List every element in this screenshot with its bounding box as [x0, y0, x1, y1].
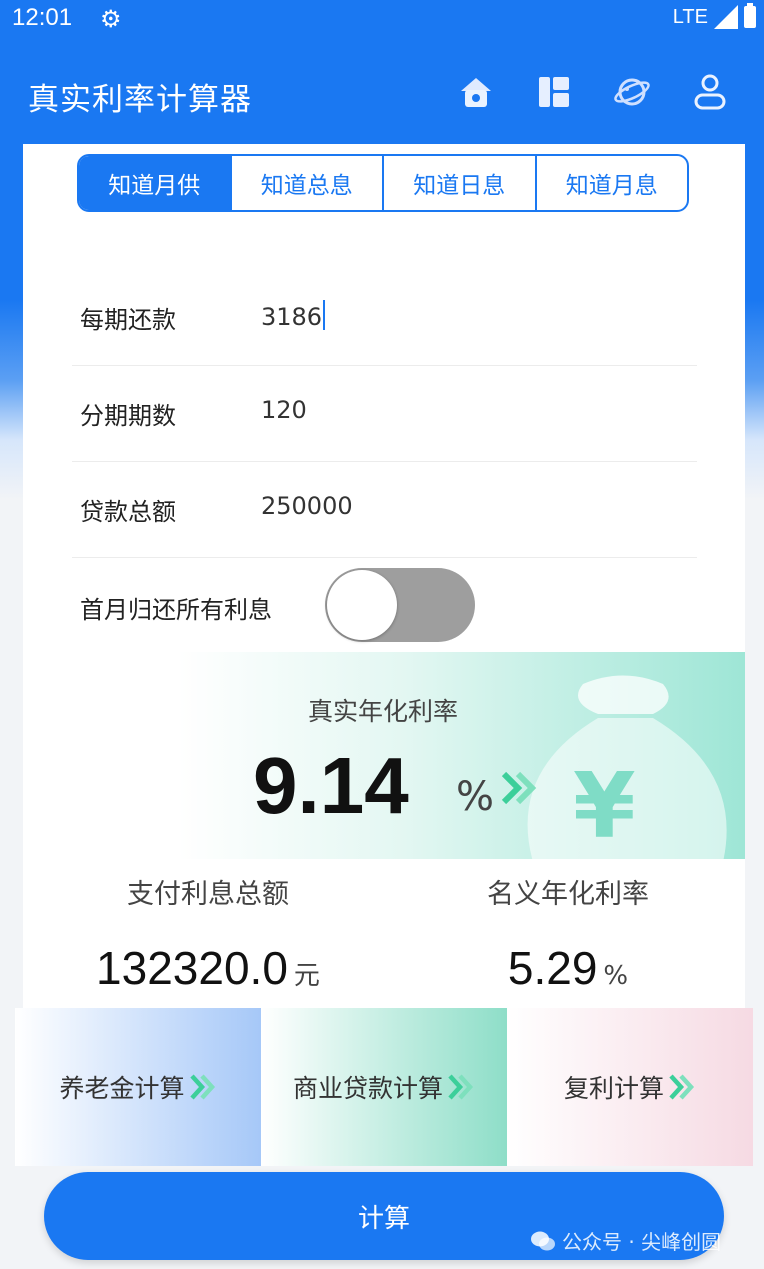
total-interest-value-line: 132320.0 元	[68, 941, 348, 995]
principal-input[interactable]: 250000	[261, 492, 353, 520]
nominal-rate-value: 5.29	[507, 942, 598, 994]
dashboard-icon[interactable]	[534, 72, 574, 112]
nominal-rate-label: 名义年化利率	[487, 879, 649, 910]
total-interest-unit: 元	[293, 961, 320, 991]
tab-known-daily-interest[interactable]: 知道日息	[384, 156, 537, 210]
first-month-interest-label: 首月归还所有利息	[80, 596, 272, 624]
tab-known-total-interest[interactable]: 知道总息	[232, 156, 384, 210]
watermark: 公众号 · 尖峰创圆	[530, 1226, 721, 1255]
app-bar-icons	[456, 72, 730, 112]
settings-gear-icon: ⚙	[100, 6, 122, 33]
tab-known-monthly-interest[interactable]: 知道月息	[537, 156, 688, 210]
periods-input[interactable]: 120	[261, 396, 307, 424]
pension-calculator-label: 养老金计算	[59, 1074, 185, 1103]
first-month-interest-toggle[interactable]	[325, 568, 475, 642]
status-indicators: LTE	[672, 3, 756, 29]
double-chevron-right-icon	[447, 1072, 475, 1102]
double-chevron-right-icon	[501, 771, 537, 805]
periods-row: 分期期数 120	[72, 366, 697, 462]
nominal-rate-value-line: 5.29%	[443, 941, 693, 995]
promo-row: 养老金计算 商业贷款计算 复利计算	[15, 1008, 753, 1166]
commercial-loan-calculator-link[interactable]: 商业贷款计算	[261, 1008, 507, 1166]
user-profile-icon[interactable]	[690, 72, 730, 112]
calculator-card: 知道月供 知道总息 知道日息 知道月息 每期还款 3186 分期期数 120 贷…	[23, 144, 745, 1008]
total-interest-label: 支付利息总额	[127, 879, 289, 910]
battery-icon	[744, 3, 756, 28]
periods-label: 分期期数	[80, 402, 176, 430]
double-chevron-right-icon	[668, 1072, 696, 1102]
network-type: LTE	[672, 5, 708, 28]
status-bar: 12:01 ⚙ LTE	[0, 0, 764, 36]
compound-interest-calculator-label: 复利计算	[563, 1074, 664, 1103]
home-icon[interactable]	[456, 72, 496, 112]
app-title: 真实利率计算器	[28, 82, 252, 118]
compound-interest-calculator-link[interactable]: 复利计算	[507, 1008, 753, 1166]
planet-icon[interactable]	[612, 72, 652, 112]
principal-row: 贷款总额 250000	[72, 462, 697, 558]
svg-text:¥: ¥	[573, 754, 636, 859]
real-rate-panel[interactable]: ¥ 真实年化利率 9.14 %	[178, 652, 745, 859]
mode-tabs: 知道月供 知道总息 知道日息 知道月息	[77, 154, 689, 212]
real-rate-unit: %	[456, 774, 495, 820]
total-interest-value: 132320.0	[96, 942, 288, 994]
double-chevron-right-icon	[189, 1072, 217, 1102]
watermark-text: 公众号 · 尖峰创圆	[562, 1230, 722, 1254]
text-cursor	[323, 300, 326, 330]
wechat-icon	[531, 1231, 555, 1250]
real-rate-value: 9.14	[253, 741, 409, 830]
total-interest-stat: 支付利息总额 132320.0 元	[68, 872, 348, 995]
payment-row: 每期还款 3186	[72, 270, 697, 366]
tab-known-monthly-payment[interactable]: 知道月供	[79, 156, 232, 210]
pension-calculator-link[interactable]: 养老金计算	[15, 1008, 261, 1166]
status-time: 12:01	[12, 4, 73, 31]
commercial-loan-calculator-label: 商业贷款计算	[292, 1074, 443, 1103]
signal-icon	[714, 5, 738, 29]
toggle-knob	[327, 570, 397, 640]
payment-label: 每期还款	[80, 306, 176, 334]
real-rate-title: 真实年化利率	[307, 697, 458, 726]
first-month-interest-row: 首月归还所有利息	[72, 568, 697, 648]
nominal-rate-stat: 名义年化利率 5.29%	[443, 872, 693, 995]
principal-label: 贷款总额	[80, 498, 176, 526]
payment-input-text: 3186	[261, 303, 323, 331]
nominal-rate-unit: %	[603, 961, 629, 991]
payment-input[interactable]: 3186	[261, 300, 326, 331]
app-bar: 真实利率计算器	[0, 60, 764, 130]
